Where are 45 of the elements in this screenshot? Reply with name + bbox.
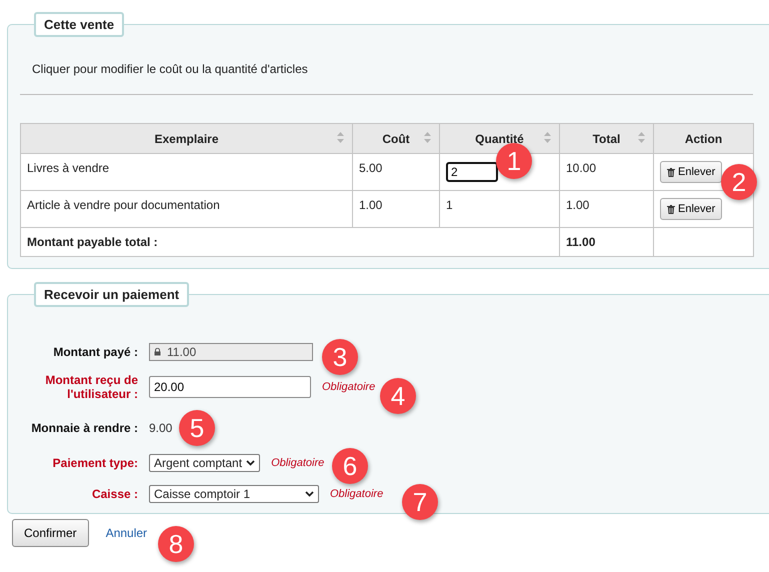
number-callout: 8 <box>158 526 194 562</box>
sort-icon <box>337 132 344 143</box>
table-cell: 1.00 <box>560 190 654 228</box>
chevron-down-icon <box>305 491 314 497</box>
column-header[interactable]: Exemplaire <box>20 124 352 154</box>
panel-legend: Recevoir un paiement <box>34 282 190 307</box>
table-cell[interactable]: 1 <box>440 190 560 228</box>
column-header[interactable]: Coût <box>352 124 440 154</box>
hint-text: Cliquer pour modifier le coût ou la quantité d'articles <box>32 62 309 76</box>
chevron-down-icon <box>246 460 256 466</box>
table-cell: 1.00 <box>352 190 440 228</box>
input-field[interactable]: 20.00 <box>149 376 311 398</box>
required-note: Obligatoire <box>322 381 376 393</box>
field-label: Caisse : <box>90 487 139 501</box>
table-cell: 10.00 <box>560 154 654 190</box>
sort-icon <box>424 132 431 143</box>
remove-button[interactable]: Enlever <box>660 198 722 220</box>
dropdown[interactable]: Argent comptant <box>149 454 260 472</box>
table-cell: 5.00 <box>352 154 440 190</box>
field-label: Montant reçu de l'utilisateur : <box>44 373 139 401</box>
remove-button[interactable]: Enlever <box>660 161 722 183</box>
readonly-field: 11.00 <box>149 343 313 361</box>
cancel-link[interactable]: Annuler <box>106 526 148 540</box>
table-cell: 11.00 <box>560 228 654 256</box>
lock-icon <box>154 348 161 356</box>
panel-legend: Cette vente <box>34 12 124 37</box>
confirm-button[interactable]: Confirmer <box>12 519 89 547</box>
field-label: Monnaie à rendre : <box>30 421 139 435</box>
column-header: Action <box>654 124 754 154</box>
change-amount: 9.00 <box>149 421 172 435</box>
table-cell: Montant payable total : <box>20 228 560 256</box>
required-note: Obligatoire <box>271 457 324 469</box>
field-label: Montant payé : <box>52 345 139 359</box>
trash-icon <box>667 204 675 214</box>
column-header[interactable]: Total <box>560 124 654 154</box>
required-note: Obligatoire <box>330 488 384 500</box>
table-cell: Article à vendre pour documentation <box>20 190 352 228</box>
trash-icon <box>667 168 675 176</box>
field-label: Paiement type: <box>52 456 139 470</box>
column-header[interactable]: Quantité <box>440 124 560 154</box>
dropdown[interactable]: Caisse comptoir 1 <box>149 485 319 503</box>
quantity-field[interactable]: 2 <box>446 162 498 182</box>
sort-icon <box>638 132 645 143</box>
sort-icon <box>544 132 551 143</box>
table-cell: Livres à vendre <box>20 154 352 190</box>
